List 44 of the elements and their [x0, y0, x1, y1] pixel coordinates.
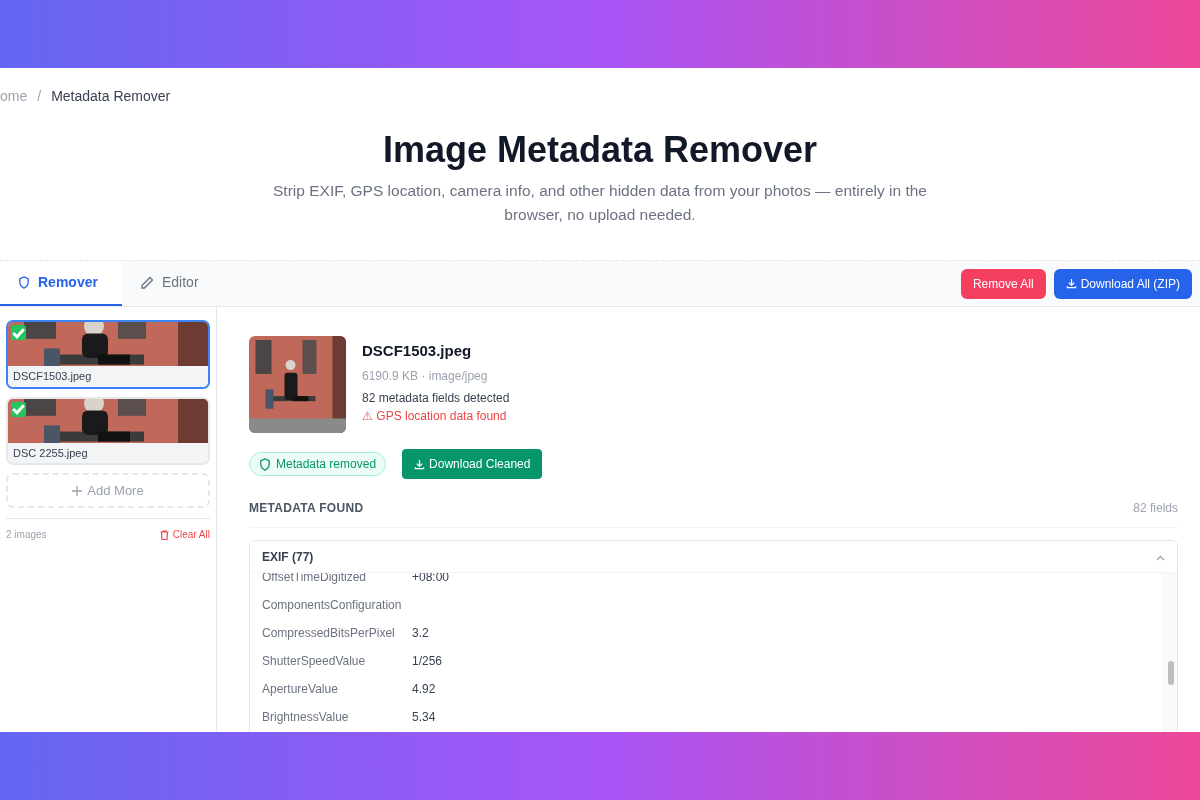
remove-all-button[interactable]: Remove All — [960, 268, 1046, 299]
field-name: ComponentsConfiguration — [262, 597, 403, 615]
gps-warning: ⚠ GPS location data found — [362, 407, 508, 425]
download-icon — [1065, 278, 1077, 290]
shield-icon — [18, 276, 30, 290]
field-value: 1/256 — [412, 653, 443, 671]
section-header[interactable]: EXIF (77) — [250, 541, 1177, 574]
field-count: 82 fields — [1133, 500, 1178, 518]
section-heading: METADATA FOUND — [249, 500, 364, 518]
download-all-button[interactable]: Download All (ZIP) — [1053, 268, 1192, 299]
field-name: BrightnessValue — [262, 709, 350, 727]
file-info: 6190.9 KB · image/jpeg — [362, 367, 489, 385]
breadcrumb-link[interactable]: ome — [0, 88, 28, 104]
page-title: Image Metadata Remover — [381, 128, 819, 172]
shield-icon — [259, 457, 271, 471]
breadcrumb-separator: / — [37, 88, 42, 104]
add-more-button[interactable]: Add More — [6, 473, 210, 509]
plus-icon — [72, 485, 83, 496]
field-value: +08:00 — [412, 573, 450, 587]
chevron-icon — [1156, 554, 1165, 561]
tab[interactable]: Editor — [122, 261, 217, 307]
clear-all-button[interactable]: Clear All — [159, 527, 210, 543]
image-thumbnail[interactable]: DSC 2255.jpeg — [6, 396, 210, 466]
field-value: 5.34 — [412, 709, 436, 727]
image-thumbnail[interactable]: DSCF1503.jpeg — [6, 320, 210, 389]
field-count: 82 metadata fields detected — [362, 389, 510, 407]
pencil-icon — [140, 275, 154, 290]
image-count: 2 images — [6, 528, 47, 543]
field-name: CompressedBitsPerPixel — [262, 625, 396, 643]
field-value: 3.2 — [412, 625, 429, 643]
status-badge: Metadata removed — [249, 452, 387, 477]
field-name: ApertureValue — [262, 681, 339, 699]
download-icon — [414, 458, 426, 470]
breadcrumb-current: Metadata Remover — [51, 88, 171, 104]
file-name: DSCF1503.jpeg — [362, 341, 473, 362]
field-value: 4.92 — [412, 681, 436, 699]
download-cleaned-button[interactable]: Download Cleaned — [402, 449, 543, 480]
checkbox[interactable] — [11, 325, 26, 341]
field-name: OffsetTimeDigitized — [262, 573, 368, 587]
field-name: ShutterSpeedValue — [262, 653, 367, 671]
trash-icon — [159, 529, 169, 540]
tab[interactable]: Remover — [0, 261, 122, 307]
page-subtitle: Strip EXIF, GPS location, camera info, and other hidden data from your photos — entirely in the browser, no upload needed. — [272, 181, 928, 226]
scrollbar-thumb[interactable] — [1168, 661, 1174, 686]
